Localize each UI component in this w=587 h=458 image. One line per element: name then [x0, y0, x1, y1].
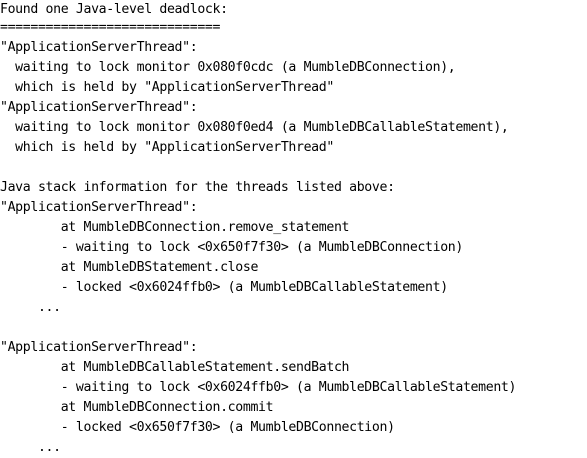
- stack-info-heading: Java stack information for the threads l…: [0, 180, 395, 195]
- stack-lock-held: - locked <0x6024ffb0> (a MumbleDBCallabl…: [0, 280, 448, 295]
- monitor-wait-line: waiting to lock monitor 0x080f0cdc (a Mu…: [0, 60, 456, 75]
- stack-lock-wait: - waiting to lock <0x650f7f30> (a Mumble…: [0, 240, 464, 255]
- stack-frame: at MumbleDBConnection.remove_statement: [0, 220, 350, 235]
- report-heading: Found one Java-level deadlock:: [0, 2, 228, 17]
- thread-name: "ApplicationServerThread":: [0, 40, 198, 55]
- stack-ellipsis: ...: [0, 300, 61, 315]
- stack-lock-wait: - waiting to lock <0x6024ffb0> (a Mumble…: [0, 380, 517, 395]
- thread-name: "ApplicationServerThread":: [0, 200, 198, 215]
- monitor-holder-line: which is held by "ApplicationServerThrea…: [0, 80, 334, 95]
- stack-frame: at MumbleDBCallableStatement.sendBatch: [0, 360, 350, 375]
- thread-name: "ApplicationServerThread":: [0, 100, 198, 115]
- monitor-holder-line: which is held by "ApplicationServerThrea…: [0, 140, 334, 155]
- monitor-wait-line: waiting to lock monitor 0x080f0ed4 (a Mu…: [0, 120, 509, 135]
- stack-frame: at MumbleDBStatement.close: [0, 260, 259, 275]
- stack-lock-held: - locked <0x650f7f30> (a MumbleDBConnect…: [0, 420, 395, 435]
- thread-name: "ApplicationServerThread":: [0, 340, 198, 355]
- stack-frame: at MumbleDBConnection.commit: [0, 400, 274, 415]
- stack-ellipsis: ...: [0, 440, 61, 455]
- deadlock-report: Found one Java-level deadlock: =========…: [0, 0, 587, 455]
- heading-underline: =============================: [0, 20, 221, 35]
